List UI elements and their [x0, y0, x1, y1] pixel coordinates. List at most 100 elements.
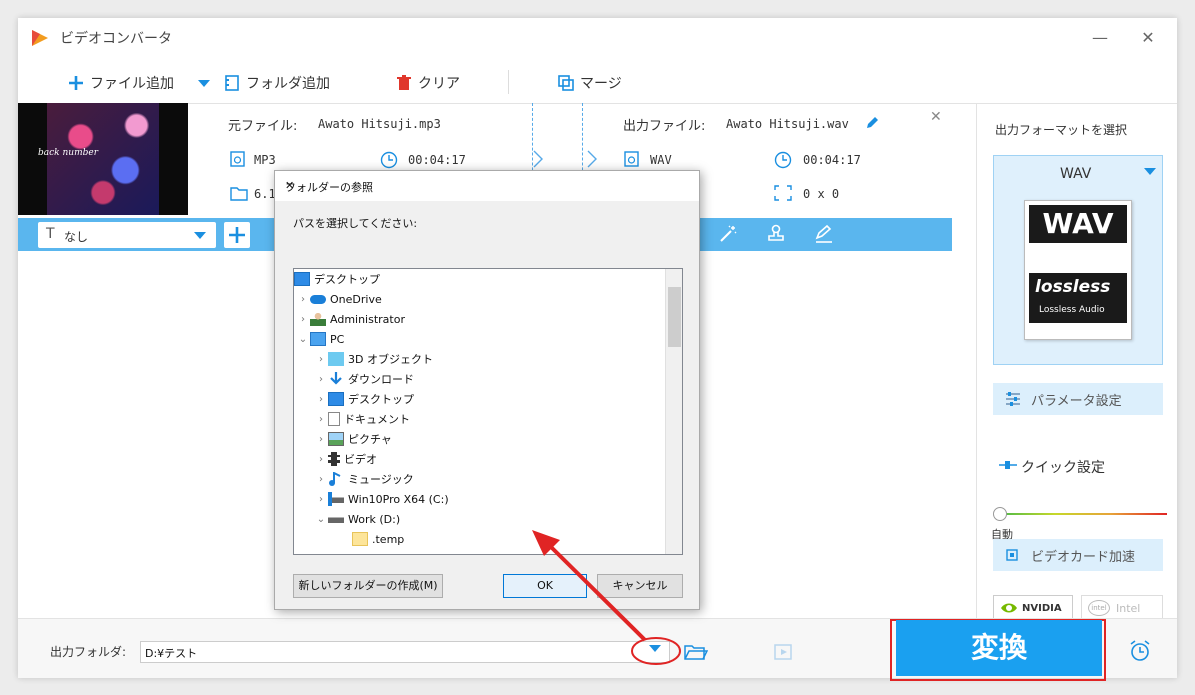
dialog-close-icon[interactable]: ✕: [285, 179, 691, 192]
add-subtitle-button[interactable]: [224, 222, 250, 248]
folder-size-icon: [230, 187, 248, 201]
tree-item-videos[interactable]: › ビデオ: [314, 449, 377, 469]
intel-logo-icon: intel: [1088, 600, 1110, 616]
nvidia-logo-icon: [1001, 603, 1017, 613]
app-title: ビデオコンバータ: [60, 31, 172, 47]
scrollbar-thumb[interactable]: [668, 287, 681, 347]
film-folder-icon: [225, 75, 239, 91]
tree-scrollbar[interactable]: [665, 269, 682, 554]
tree-item-pictures[interactable]: › ピクチャ: [314, 429, 392, 449]
clock-icon: [774, 151, 792, 169]
add-file-button[interactable]: ファイル追加: [68, 72, 174, 94]
output-filename: Awato Hitsuji.wav: [726, 117, 849, 131]
chevron-right-icon[interactable]: ›: [296, 314, 310, 325]
clear-button[interactable]: クリア: [396, 72, 460, 94]
new-folder-button[interactable]: 新しいフォルダーの作成(M): [293, 574, 443, 598]
parameter-settings-label: パラメータ設定: [1031, 393, 1122, 409]
dialog-prompt: パスを選択してください:: [293, 217, 418, 230]
gpu-acceleration-label: ビデオカード加速: [1031, 549, 1136, 565]
convert-button[interactable]: 変換: [896, 620, 1102, 676]
output-format: WAV: [650, 153, 672, 167]
wav-format-icon: WAV lossless Lossless Audio: [1024, 200, 1132, 340]
chevron-right-icon[interactable]: ›: [314, 374, 328, 385]
text-icon: T: [46, 226, 55, 242]
output-path-field[interactable]: D:¥テスト: [140, 641, 670, 663]
minimize-icon[interactable]: —: [1090, 28, 1110, 48]
lossless-logo: lossless Lossless Audio: [1029, 273, 1127, 323]
cancel-button[interactable]: キャンセル: [597, 574, 683, 598]
add-file-label: ファイル追加: [90, 76, 174, 92]
merge-button[interactable]: マージ: [558, 72, 622, 94]
tree-item-administrator[interactable]: › Administrator: [296, 309, 405, 329]
chevron-right-icon[interactable]: ›: [314, 394, 328, 405]
chevron-right-icon[interactable]: ›: [314, 474, 328, 485]
parameter-settings-button[interactable]: パラメータ設定: [993, 383, 1163, 415]
merge-icon: [558, 75, 574, 91]
chevron-right-icon[interactable]: ›: [314, 454, 328, 465]
quick-settings-label: クイック設定: [1021, 460, 1105, 476]
tree-item-drive-c[interactable]: › Win10Pro X64 (C:): [314, 489, 449, 509]
open-folder-icon[interactable]: [684, 643, 708, 661]
video-folder-icon[interactable]: [774, 641, 796, 661]
output-settings-panel: 出力フォーマットを選択 WAV WAV lossless Lossless Au…: [976, 103, 1177, 621]
plus-icon: [229, 227, 245, 243]
tree-item-onedrive[interactable]: › OneDrive: [296, 289, 382, 309]
chevron-right-icon[interactable]: ›: [296, 294, 310, 305]
edit-pencil-icon[interactable]: [864, 115, 880, 131]
subtitle-select[interactable]: T なし: [38, 222, 216, 248]
chevron-down-icon[interactable]: ⌄: [314, 514, 328, 525]
remove-file-icon[interactable]: ✕: [930, 109, 942, 125]
tree-label: デスクトップ: [314, 273, 380, 286]
chevron-down-icon[interactable]: ⌄: [296, 334, 310, 345]
add-folder-label: フォルダ追加: [246, 76, 330, 92]
alarm-clock-icon[interactable]: [1128, 639, 1152, 663]
tree-label: 3D オブジェクト: [348, 353, 433, 366]
app-logo-icon: [32, 30, 48, 46]
drive-icon: [328, 512, 344, 526]
tree-item-pc[interactable]: ⌄ PC: [296, 329, 344, 349]
gpu-acceleration-button[interactable]: ビデオカード加速: [993, 539, 1163, 571]
subtitle-value: なし: [64, 230, 89, 244]
watermark-stamp-icon[interactable]: [766, 224, 786, 244]
tree-item-downloads[interactable]: › ダウンロード: [314, 369, 414, 389]
chevron-right-icon[interactable]: ›: [314, 434, 328, 445]
chevron-right-icon: [587, 150, 597, 168]
effects-wand-icon[interactable]: [718, 224, 738, 244]
tree-item-documents[interactable]: › ドキュメント: [314, 409, 410, 429]
chevron-down-icon: [1144, 168, 1156, 175]
cloud-icon: [310, 294, 326, 304]
folder-tree[interactable]: デスクトップ › OneDrive › Administrator ⌄ PC ›…: [293, 268, 683, 555]
output-duration: 00:04:17: [803, 153, 861, 167]
audio-format-icon: [230, 151, 245, 167]
add-folder-button[interactable]: フォルダ追加: [224, 72, 330, 94]
tree-item-music[interactable]: › ミュージック: [314, 469, 414, 489]
edit-icon[interactable]: [814, 224, 834, 244]
user-icon: [310, 312, 326, 326]
tree-item-desktop-root[interactable]: デスクトップ: [294, 269, 380, 289]
tree-label: Administrator: [330, 312, 405, 326]
add-file-dropdown-icon[interactable]: [198, 80, 210, 88]
tree-item-drive-d[interactable]: ⌄ Work (D:): [314, 509, 400, 529]
chevron-right-icon[interactable]: ›: [314, 494, 328, 505]
tree-item-desktop[interactable]: › デスクトップ: [314, 389, 414, 409]
output-path-value: D:¥テスト: [145, 647, 198, 660]
tree-item-temp[interactable]: .temp: [352, 529, 404, 549]
quality-slider-track[interactable]: [999, 513, 1167, 515]
chevron-right-icon[interactable]: ›: [314, 414, 328, 425]
sliders-icon: [1006, 392, 1020, 406]
source-format: MP3: [254, 153, 276, 167]
clock-icon: [380, 151, 398, 169]
quality-slider-handle[interactable]: [993, 507, 1007, 521]
format-selector[interactable]: WAV WAV lossless Lossless Audio: [993, 155, 1163, 365]
document-icon: [328, 412, 340, 426]
desktop-icon: [294, 272, 310, 286]
nvidia-label: NVIDIA: [1022, 602, 1062, 614]
lossless-sub-text: Lossless Audio: [1039, 305, 1105, 315]
chevron-right-icon[interactable]: ›: [314, 354, 328, 365]
ok-button[interactable]: OK: [503, 574, 587, 598]
desktop-icon: [328, 392, 344, 406]
tree-item-3d-objects[interactable]: › 3D オブジェクト: [314, 349, 433, 369]
title-bar: ビデオコンバータ — ✕: [18, 18, 1177, 60]
video-thumbnail[interactable]: back number: [18, 103, 188, 215]
close-icon[interactable]: ✕: [1138, 28, 1158, 48]
